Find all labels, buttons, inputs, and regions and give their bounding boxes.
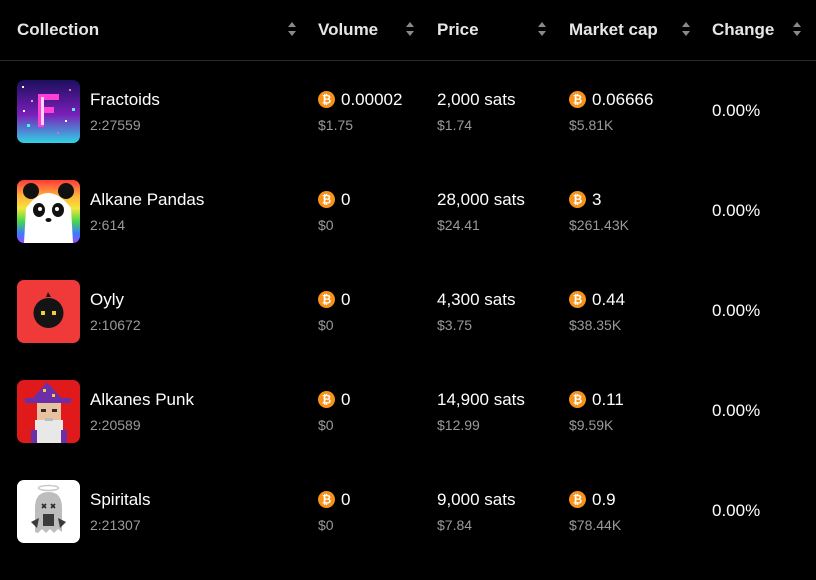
volume-btc: 0 bbox=[341, 190, 351, 209]
market-cap-usd: $78.44K bbox=[569, 517, 622, 533]
collection-id: 2:27559 bbox=[90, 117, 141, 133]
collection-id: 2:10672 bbox=[90, 317, 141, 333]
price-usd: $1.74 bbox=[437, 117, 473, 133]
volume-usd: $0 bbox=[318, 517, 334, 533]
change-value: 0.00% bbox=[712, 101, 761, 120]
sort-arrows-icon[interactable] bbox=[406, 22, 414, 36]
change-value: 0.00% bbox=[712, 301, 761, 320]
table-row[interactable]: Alkane Pandas 2:614 0 $0 28,000 sats $24… bbox=[0, 180, 816, 280]
collection-id: 2:20589 bbox=[90, 417, 141, 433]
volume-usd: $0 bbox=[318, 417, 334, 433]
collection-thumbnail-alkanes-punk[interactable] bbox=[17, 380, 80, 443]
market-cap-usd: $261.43K bbox=[569, 217, 629, 233]
change-value: 0.00% bbox=[712, 401, 761, 420]
collection-id: 2:614 bbox=[90, 217, 126, 233]
sort-arrows-icon[interactable] bbox=[793, 22, 801, 36]
bitcoin-icon bbox=[318, 491, 335, 508]
volume-usd: $1.75 bbox=[318, 117, 354, 133]
volume-usd: $0 bbox=[318, 317, 334, 333]
table-row[interactable]: Alkanes Punk 2:20589 0 $0 14,900 sats $1… bbox=[0, 380, 816, 480]
bitcoin-icon bbox=[569, 91, 586, 108]
column-header-market-cap[interactable]: Market cap bbox=[569, 19, 658, 41]
price-usd: $7.84 bbox=[437, 517, 473, 533]
table-row[interactable]: Oyly 2:10672 0 $0 4,300 sats $3.75 0.44 … bbox=[0, 280, 816, 380]
collection-thumbnail-fractoids[interactable] bbox=[17, 80, 80, 143]
price-usd: $3.75 bbox=[437, 317, 473, 333]
bitcoin-icon bbox=[569, 191, 586, 208]
collection-name[interactable]: Alkane Pandas bbox=[90, 190, 204, 210]
volume-btc: 0 bbox=[341, 490, 351, 509]
market-cap-btc: 0.11 bbox=[592, 390, 624, 409]
table-row[interactable]: Spiritals 2:21307 0 $0 9,000 sats $7.84 … bbox=[0, 480, 816, 580]
volume-btc: 0 bbox=[341, 290, 351, 309]
bitcoin-icon bbox=[318, 391, 335, 408]
collection-thumbnail-oyly[interactable] bbox=[17, 280, 80, 343]
market-cap-btc: 0.06666 bbox=[592, 90, 654, 109]
column-header-change[interactable]: Change bbox=[712, 19, 774, 41]
bitcoin-icon bbox=[569, 291, 586, 308]
sort-arrows-icon[interactable] bbox=[682, 22, 690, 36]
volume-btc: 0 bbox=[341, 390, 351, 409]
bitcoin-icon bbox=[318, 91, 335, 108]
collection-thumbnail-spiritals[interactable] bbox=[17, 480, 80, 543]
price-sats: 28,000 sats bbox=[437, 190, 525, 209]
bitcoin-icon bbox=[569, 491, 586, 508]
column-header-volume[interactable]: Volume bbox=[318, 19, 378, 41]
price-usd: $24.41 bbox=[437, 217, 480, 233]
bitcoin-icon bbox=[569, 391, 586, 408]
change-value: 0.00% bbox=[712, 501, 761, 520]
market-cap-usd: $9.59K bbox=[569, 417, 614, 433]
market-cap-btc: 0.9 bbox=[592, 490, 616, 509]
price-sats: 2,000 sats bbox=[437, 90, 516, 109]
collection-name[interactable]: Alkanes Punk bbox=[90, 390, 194, 410]
price-usd: $12.99 bbox=[437, 417, 480, 433]
table-row[interactable]: Fractoids 2:27559 0.00002 $1.75 2,000 sa… bbox=[0, 80, 816, 180]
price-sats: 14,900 sats bbox=[437, 390, 525, 409]
bitcoin-icon bbox=[318, 191, 335, 208]
table-header: Collection Volume Price Market cap Chang… bbox=[0, 0, 816, 61]
market-cap-usd: $38.35K bbox=[569, 317, 622, 333]
price-sats: 4,300 sats bbox=[437, 290, 516, 309]
collection-thumbnail-alkane-pandas[interactable] bbox=[17, 180, 80, 243]
collection-name[interactable]: Oyly bbox=[90, 290, 124, 310]
price-sats: 9,000 sats bbox=[437, 490, 516, 509]
market-cap-btc: 0.44 bbox=[592, 290, 626, 309]
change-value: 0.00% bbox=[712, 201, 761, 220]
market-cap-usd: $5.81K bbox=[569, 117, 614, 133]
volume-btc: 0.00002 bbox=[341, 90, 403, 109]
column-header-price[interactable]: Price bbox=[437, 19, 479, 41]
volume-usd: $0 bbox=[318, 217, 334, 233]
column-header-collection[interactable]: Collection bbox=[17, 19, 99, 41]
collection-id: 2:21307 bbox=[90, 517, 141, 533]
collection-name[interactable]: Spiritals bbox=[90, 490, 150, 510]
sort-arrows-icon[interactable] bbox=[288, 22, 296, 36]
market-cap-btc: 3 bbox=[592, 190, 602, 209]
bitcoin-icon bbox=[318, 291, 335, 308]
collection-name[interactable]: Fractoids bbox=[90, 90, 160, 110]
sort-arrows-icon[interactable] bbox=[538, 22, 546, 36]
